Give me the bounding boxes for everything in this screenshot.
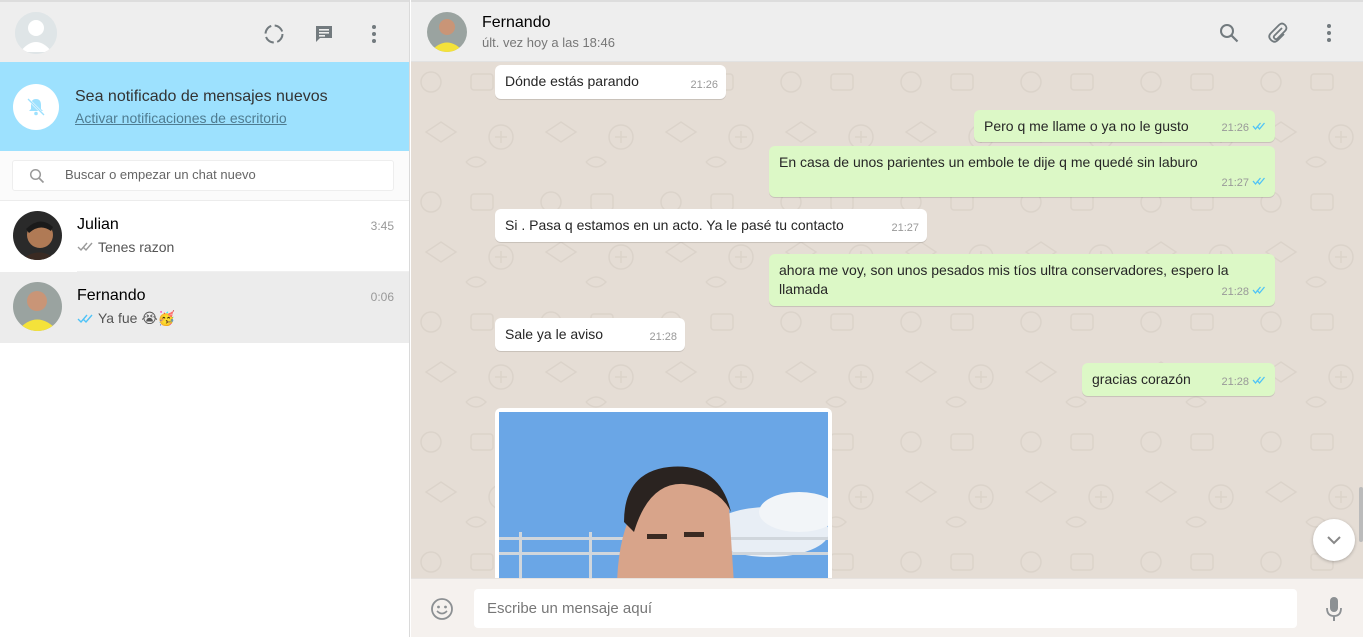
message-input[interactable] [474,589,1297,628]
sidebar: Sea notificado de mensajes nuevos Activa… [0,0,410,637]
message-text: Si . Pasa q estamos en un acto. Ya le pa… [505,217,844,233]
notification-banner: Sea notificado de mensajes nuevos Activa… [0,62,409,151]
sidebar-header [0,0,409,62]
contact-name: Fernando [482,14,551,31]
enable-notifications-link[interactable]: Activar notificaciones de escritorio [75,110,287,126]
mic-icon[interactable] [1325,596,1343,627]
image-message[interactable] [495,408,832,578]
chat-name: Fernando [77,287,146,304]
conversation-header[interactable]: Fernando últ. vez hoy a las 18:46 [411,0,1363,62]
chat-last-text: Tenes razon [98,239,175,255]
search-input[interactable] [65,167,385,182]
chevron-down-icon [1327,536,1341,545]
message-time: 21:28 [1221,376,1249,388]
chat-item-fernando[interactable]: Fernando 0:06 Ya fue 😭🥳 [0,272,409,343]
emoji-icon[interactable] [430,597,454,626]
message-time: 21:27 [1221,177,1249,189]
menu-icon[interactable] [1317,21,1341,45]
message-bubble-in[interactable]: Si . Pasa q estamos en un acto. Ya le pa… [495,209,927,242]
chat-time: 0:06 [370,290,394,304]
double-tick-icon [77,311,95,327]
avatar[interactable] [427,12,467,52]
double-tick-icon [1252,373,1267,392]
message-text: Sale ya le aviso [505,326,604,342]
chat-last-message: Ya fue 😭🥳 [77,310,175,327]
my-avatar[interactable] [15,12,57,54]
search-bar [0,151,409,201]
message-text: En casa de unos parientes un embole te d… [779,154,1198,170]
message-time: 21:26 [1221,122,1249,134]
message-bubble-out[interactable]: En casa de unos parientes un embole te d… [769,146,1275,197]
scroll-down-button[interactable] [1313,519,1355,561]
attach-icon[interactable] [1266,21,1290,45]
new-chat-icon[interactable] [312,22,336,46]
search-icon [29,168,45,189]
message-bubble-out[interactable]: ahora me voy, son unos pesados mis tíos … [769,254,1275,306]
menu-icon[interactable] [362,22,386,46]
search-box[interactable] [12,160,394,191]
double-tick-icon [1252,174,1267,193]
message-text: Dónde estás parando [505,73,639,89]
conversation-pane: Fernando últ. vez hoy a las 18:46 Dónde … [411,0,1363,637]
photo [499,412,828,578]
default-avatar-icon [15,12,57,54]
avatar [13,211,62,260]
message-time: 21:28 [1221,286,1249,298]
message-text: ahora me voy, son unos pesados mis tíos … [779,262,1229,297]
double-tick-icon [77,239,95,255]
message-time: 21:27 [891,222,919,234]
double-tick-icon [1252,283,1267,302]
search-icon[interactable] [1217,21,1241,45]
notification-title: Sea notificado de mensajes nuevos [75,88,328,105]
message-time: 21:28 [649,331,677,343]
chat-last-text: Ya fue 😭🥳 [98,310,176,326]
bell-off-icon [13,84,59,130]
message-bubble-in[interactable]: Dónde estás parando 21:26 [495,65,726,99]
avatar [13,282,62,331]
message-time: 21:26 [690,79,718,91]
message-bubble-out[interactable]: gracias corazón 21:28 [1082,363,1275,396]
chat-name: Julian [77,216,119,233]
chat-item-julian[interactable]: Julian 3:45 Tenes razon [0,201,409,272]
double-tick-icon [1252,119,1267,138]
scrollbar[interactable] [1359,487,1363,542]
message-bubble-out[interactable]: Pero q me llame o ya no le gusto 21:26 [974,110,1275,142]
message-bubble-in[interactable]: Sale ya le aviso 21:28 [495,318,685,351]
message-list[interactable]: Dónde estás parando 21:26 Pero q me llam… [411,62,1363,578]
contact-status: últ. vez hoy a las 18:46 [482,35,615,50]
status-icon[interactable] [262,22,286,46]
chat-time: 3:45 [370,219,394,233]
composer [411,578,1363,637]
message-text: gracias corazón [1092,371,1191,387]
chat-last-message: Tenes razon [77,239,174,255]
message-text: Pero q me llame o ya no le gusto [984,118,1189,134]
